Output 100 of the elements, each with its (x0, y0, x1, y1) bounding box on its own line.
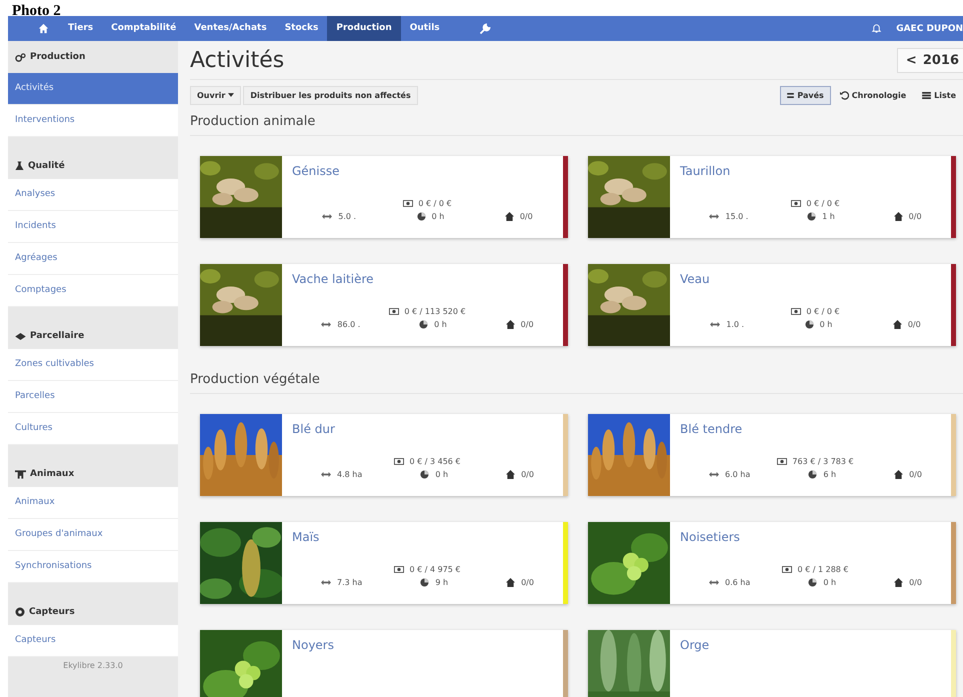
house-icon (894, 578, 904, 587)
distribute-button[interactable]: Distribuer les produits non affectés (243, 86, 418, 104)
activity-card[interactable]: Noyers (200, 630, 568, 697)
pie-icon (808, 470, 818, 479)
house-icon (504, 212, 514, 221)
activity-card[interactable]: Génisse 0 € / 0 € 5.0 . 0 h 0/0 (200, 156, 568, 238)
time-value: 0 h (823, 578, 836, 587)
double-arrow-icon (709, 580, 720, 585)
area-value: 1.0 . (726, 320, 744, 329)
bell-icon[interactable] (871, 23, 882, 34)
area-value: 4.8 ha (337, 470, 362, 479)
activity-name[interactable]: Maïs (292, 530, 320, 560)
nav-item[interactable]: Stocks (276, 16, 328, 41)
activity-name[interactable]: Orge (680, 638, 710, 668)
activity-name[interactable]: Vache laitière (292, 272, 374, 302)
pie-icon (416, 212, 426, 221)
tiles-icon (787, 92, 794, 98)
activity-card[interactable]: Blé tendre 763 € / 3 783 € 6.0 ha 6 h 0/0 (588, 414, 956, 496)
sidebar-item[interactable]: Zones cultivables (8, 349, 178, 381)
activity-card[interactable]: Taurillon 0 € / 0 € 15.0 . 1 h 0/0 (588, 156, 956, 238)
view-toggle-button[interactable]: Liste (915, 86, 963, 104)
nav-item[interactable]: Outils (400, 16, 449, 41)
money-icon (394, 458, 404, 465)
area-value: 6.0 ha (725, 470, 750, 479)
activity-name[interactable]: Blé tendre (680, 422, 742, 452)
home-icon[interactable] (38, 23, 49, 34)
area-value: 15.0 . (725, 212, 748, 221)
sidebar-item[interactable]: Interventions (8, 105, 178, 137)
nav-item[interactable]: Ventes/Achats (185, 16, 276, 41)
caption: Photo 2 (12, 3, 61, 19)
activity-card[interactable]: Noisetiers 0 € / 1 288 € 0.6 ha 0 h 0/0 (588, 522, 956, 604)
sidebar-item[interactable]: Incidents (8, 211, 178, 243)
money-icon (791, 308, 802, 315)
money-icon (791, 200, 802, 207)
user-menu[interactable]: GAEC DUPON (896, 24, 963, 34)
count-value: 0/0 (521, 470, 534, 479)
flask-icon (15, 161, 24, 171)
sidebar-item[interactable]: Parcelles (8, 381, 178, 413)
nav-item[interactable]: Tiers (59, 16, 102, 41)
year-label: 2016 (922, 52, 959, 68)
view-toggle-button[interactable]: Chronologie (832, 86, 914, 104)
activity-name[interactable]: Blé dur (292, 422, 335, 452)
area-value: 5.0 . (338, 212, 356, 221)
sidebar-item[interactable]: Animaux (8, 487, 178, 519)
activity-name[interactable]: Veau (680, 272, 710, 302)
budget-value: 0 € / 0 € (806, 199, 840, 208)
sidebar-item[interactable]: Analyses (8, 179, 178, 211)
house-icon (894, 212, 903, 221)
budget-value: 763 € / 3 783 € (792, 457, 854, 466)
activity-name[interactable]: Noyers (292, 638, 334, 668)
time-value: 0 h (432, 212, 444, 221)
sidebar-section-title: Qualité (28, 161, 65, 171)
area-value: 7.3 ha (337, 578, 362, 587)
budget-value: 0 € / 113 520 € (404, 307, 466, 316)
nav-item[interactable]: Comptabilité (102, 16, 186, 41)
count-value: 0/0 (521, 578, 534, 587)
sidebar-item[interactable]: Agréages (8, 243, 178, 275)
activity-name[interactable]: Génisse (292, 164, 340, 194)
section-heading: Production animale (190, 110, 963, 136)
time-value: 0 h (435, 470, 448, 479)
section-heading: Production végétale (190, 368, 963, 394)
pie-icon (420, 470, 430, 479)
sidebar-item[interactable]: Synchronisations (8, 551, 178, 583)
time-value: 6 h (823, 470, 836, 479)
pie-icon (419, 320, 428, 329)
sidebar-item[interactable]: Cultures (8, 413, 178, 445)
activity-card[interactable]: Blé dur 0 € / 3 456 € 4.8 ha 0 h 0/0 (200, 414, 568, 496)
budget-value: 0 € / 3 456 € (409, 457, 461, 466)
activity-card[interactable]: Orge (588, 630, 956, 697)
house-icon (506, 578, 516, 587)
activity-card[interactable]: Veau 0 € / 0 € 1.0 . 0 h 0/0 (588, 264, 956, 346)
time-value: 0 h (434, 320, 447, 329)
activity-name[interactable]: Noisetiers (680, 530, 740, 560)
wrench-icon[interactable] (478, 22, 491, 34)
activity-card[interactable]: Vache laitière 0 € / 113 520 € 86.0 . 0 h 0/0 (200, 264, 568, 346)
house-icon (506, 470, 516, 479)
sidebar-section-title: Parcellaire (30, 331, 84, 341)
time-value: 1 h (822, 212, 835, 221)
activity-name[interactable]: Taurillon (680, 164, 730, 194)
version-text: Ekylibre 2.33.0 (63, 661, 123, 670)
history-icon (840, 90, 849, 100)
previous-year-button[interactable]: < (906, 52, 917, 68)
money-icon (782, 566, 792, 573)
open-dropdown-button[interactable]: Ouvrir (190, 86, 242, 104)
area-value: 86.0 . (337, 320, 360, 329)
activity-card[interactable]: Maïs 0 € / 4 975 € 7.3 ha 9 h 0/0 (200, 522, 568, 604)
pie-icon (804, 320, 814, 329)
sidebar-item[interactable]: Groupes d'animaux (8, 519, 178, 551)
count-value: 0/0 (908, 320, 921, 329)
area-value: 0.6 ha (725, 578, 750, 587)
sidebar-item[interactable]: Comptages (8, 275, 178, 307)
view-toggle-button[interactable]: Pavés (780, 86, 831, 104)
count-value: 0/0 (908, 212, 922, 221)
time-value: 9 h (435, 578, 448, 587)
pie-icon (807, 212, 816, 221)
sidebar-item[interactable]: Capteurs (8, 625, 178, 657)
double-arrow-icon (321, 322, 332, 327)
house-icon (892, 320, 902, 329)
sidebar-item[interactable]: Activités (8, 73, 178, 105)
nav-item[interactable]: Production (327, 16, 401, 41)
